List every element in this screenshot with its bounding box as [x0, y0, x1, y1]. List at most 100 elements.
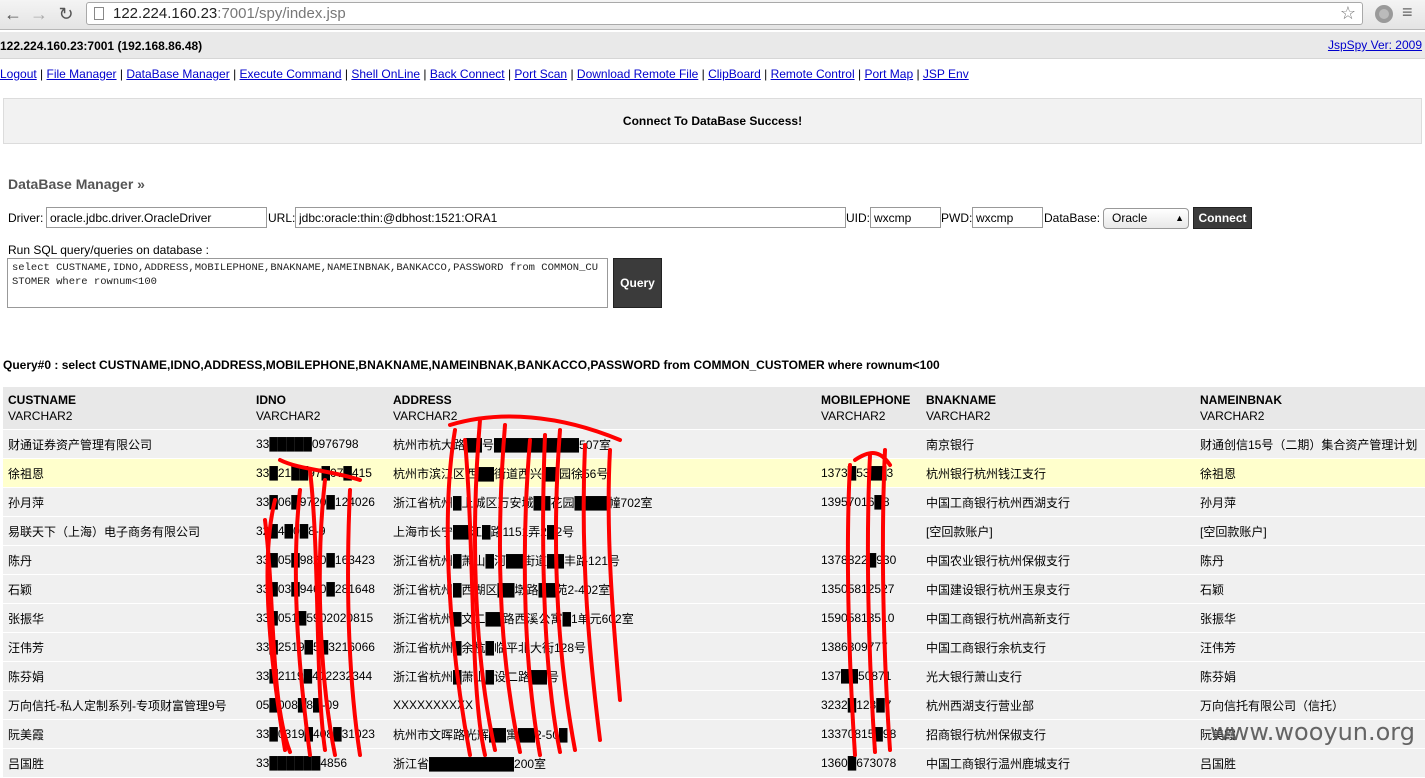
table-cell: 易联天下（上海）电子商务有限公司: [3, 516, 251, 546]
column-type: VARCHAR2: [1200, 409, 1265, 423]
table-row[interactable]: 财通证券资产管理有限公司 33█████0976798 杭州市杭大路██号█████…: [3, 429, 1425, 459]
page-icon: [94, 7, 104, 20]
database-select[interactable]: Oracle ▲: [1103, 208, 1189, 229]
address-bar[interactable]: 122.224.160.23:7001/spy/index.jsp ☆: [86, 2, 1363, 25]
table-cell: 中国农业银行杭州保俶支行: [921, 545, 1195, 575]
nav-link-clipboard[interactable]: ClipBoard: [708, 67, 761, 81]
table-cell: 阮美霞: [3, 719, 251, 749]
table-cell: 33█0319█408█31023: [251, 719, 388, 749]
main-nav: Logout | File Manager | DataBase Manager…: [0, 67, 969, 81]
table-cell: [空回款账户]: [921, 516, 1195, 546]
driver-label: Driver:: [8, 211, 44, 225]
nav-link-logout[interactable]: Logout: [0, 67, 37, 81]
table-cell: 陈丹: [1195, 545, 1425, 575]
column-name: IDNO: [256, 393, 286, 407]
url-input[interactable]: [295, 207, 846, 228]
select-arrow-icon: ▲: [1175, 213, 1184, 223]
header-bar: 122.224.160.23:7001 (192.168.86.48) JspS…: [0, 32, 1425, 59]
nav-separator: |: [504, 67, 515, 81]
table-row[interactable]: 石颖 33█03█9460█281648 浙江省杭州█西湖区██墩路██苑2-402…: [3, 574, 1425, 604]
nav-link-port-scan[interactable]: Port Scan: [514, 67, 567, 81]
nav-separator: |: [760, 67, 771, 81]
table-cell: 浙江省杭州█萧山█设二路██号: [388, 661, 816, 691]
version-link[interactable]: JspSpy Ver: 2009: [1328, 38, 1422, 52]
nav-link-execute-command[interactable]: Execute Command: [240, 67, 342, 81]
nav-link-download-remote-file[interactable]: Download Remote File: [577, 67, 698, 81]
database-select-value: Oracle: [1112, 211, 1148, 225]
table-cell: XXXXXXXXXX: [388, 690, 816, 720]
table-cell: 财通创信15号（二期）集合资产管理计划: [1195, 429, 1425, 459]
bookmark-star-icon[interactable]: ☆: [1340, 3, 1356, 24]
column-header: NAMEINBNAK VARCHAR2: [1195, 387, 1425, 430]
connect-button[interactable]: Connect: [1193, 207, 1252, 229]
table-cell: 33█06█9720█124026: [251, 487, 388, 517]
table-row[interactable]: 张振华 33█051█5902020815 浙江省杭州█文二██路西溪公寓█1单元6…: [3, 603, 1425, 633]
extension-icon[interactable]: [1375, 5, 1393, 23]
table-cell: 33█051█5902020815: [251, 603, 388, 633]
nav-separator: |: [913, 67, 923, 81]
table-cell: 南京银行: [921, 429, 1195, 459]
back-icon[interactable]: ←: [2, 3, 24, 25]
nav-link-database-manager[interactable]: DataBase Manager: [126, 67, 229, 81]
table-cell: 33█05█9820█163423: [251, 545, 388, 575]
watermark: www.wooyun.org: [1210, 718, 1415, 746]
table-cell: 汪伟芳: [1195, 632, 1425, 662]
nav-separator: |: [567, 67, 577, 81]
forward-icon[interactable]: →: [28, 3, 50, 25]
table-cell: 浙江省杭州█萧山█河██街道██丰路121号: [388, 545, 816, 575]
nav-separator: |: [36, 67, 47, 81]
nav-link-shell-online[interactable]: Shell OnLine: [351, 67, 420, 81]
menu-icon[interactable]: ≡: [1402, 2, 1413, 23]
nav-separator: |: [698, 67, 709, 81]
nav-link-jsp-env[interactable]: JSP Env: [923, 67, 969, 81]
nav-link-remote-control[interactable]: Remote Control: [771, 67, 855, 81]
table-cell: [816, 429, 921, 459]
column-name: BNAKNAME: [926, 393, 996, 407]
pwd-label: PWD:: [941, 211, 973, 225]
status-message: Connect To DataBase Success!: [3, 98, 1422, 144]
table-cell: 1386309777: [816, 632, 921, 662]
nav-link-back-connect[interactable]: Back Connect: [430, 67, 505, 81]
table-cell: 杭州市文晖路光辉██寓██2-50█: [388, 719, 816, 749]
table-cell: 15905813510: [816, 603, 921, 633]
driver-input[interactable]: [46, 207, 267, 228]
table-cell: 杭州银行杭州钱江支行: [921, 458, 1195, 488]
table-row[interactable]: 汪伟芳 33█2519█5█3216066 浙江省杭州█余杭█临平北大街128号 13…: [3, 632, 1425, 662]
table-row[interactable]: 孙月萍 33█06█9720█124026 浙江省杭州█上城区万安城██花园████…: [3, 487, 1425, 517]
column-type: VARCHAR2: [256, 409, 321, 423]
nav-link-file-manager[interactable]: File Manager: [47, 67, 117, 81]
column-header: IDNO VARCHAR2: [251, 387, 388, 430]
table-cell: 孙月萍: [3, 487, 251, 517]
table-cell: 徐祖恩: [3, 458, 251, 488]
column-name: CUSTNAME: [8, 393, 76, 407]
nav-link-port-map[interactable]: Port Map: [864, 67, 913, 81]
table-cell: 33██████4856: [251, 748, 388, 778]
table-row[interactable]: 易联天下（上海）电子商务有限公司 32█4█0█8-9 上海市长宁██江█路1151…: [3, 516, 1425, 546]
table-cell: 杭州西湖支行营业部: [921, 690, 1195, 720]
table-row[interactable]: 万向信托-私人定制系列-专项财富管理9号 05█008█8█-09 XXXXXXXX…: [3, 690, 1425, 720]
column-type: VARCHAR2: [393, 409, 458, 423]
table-row[interactable]: 徐祖恩 33█21██97█07█415 杭州市滨江区西██街道西兴██园徐56号 1…: [3, 458, 1425, 488]
table-cell: 吕国胜: [1195, 748, 1425, 778]
query-button[interactable]: Query: [613, 258, 662, 308]
table-cell: 浙江省██████████200室: [388, 748, 816, 778]
table-cell: 杭州市滨江区西██街道西兴██园徐56号: [388, 458, 816, 488]
table-cell: 浙江省杭州█余杭█临平北大街128号: [388, 632, 816, 662]
table-cell: 浙江省杭州█上城区万安城██花园████幢702室: [388, 487, 816, 517]
pwd-input[interactable]: [972, 207, 1043, 228]
table-cell: 徐祖恩: [1195, 458, 1425, 488]
table-row[interactable]: 陈芬娟 33█2119█412232344 浙江省杭州█萧山█设二路██号 137██…: [3, 661, 1425, 691]
sql-textarea[interactable]: select CUSTNAME,IDNO,ADDRESS,MOBILEPHONE…: [7, 258, 608, 308]
reload-icon[interactable]: ↻: [55, 3, 77, 25]
url-text: 122.224.160.23:7001/spy/index.jsp: [113, 5, 346, 22]
table-cell: 13957016█8: [816, 487, 921, 517]
table-cell: 张振华: [1195, 603, 1425, 633]
uid-label: UID:: [846, 211, 870, 225]
browser-toolbar: ← → ↻ 122.224.160.23:7001/spy/index.jsp …: [0, 0, 1425, 30]
table-row[interactable]: 吕国胜 33██████4856 浙江省██████████200室 1360█673…: [3, 748, 1425, 778]
host-info: 122.224.160.23:7001 (192.168.86.48): [0, 39, 203, 53]
uid-input[interactable]: [870, 207, 941, 228]
table-cell: 中国工商银行温州鹿城支行: [921, 748, 1195, 778]
table-row[interactable]: 陈丹 33█05█9820█163423 浙江省杭州█萧山█河██街道██丰路121…: [3, 545, 1425, 575]
nav-separator: |: [229, 67, 240, 81]
